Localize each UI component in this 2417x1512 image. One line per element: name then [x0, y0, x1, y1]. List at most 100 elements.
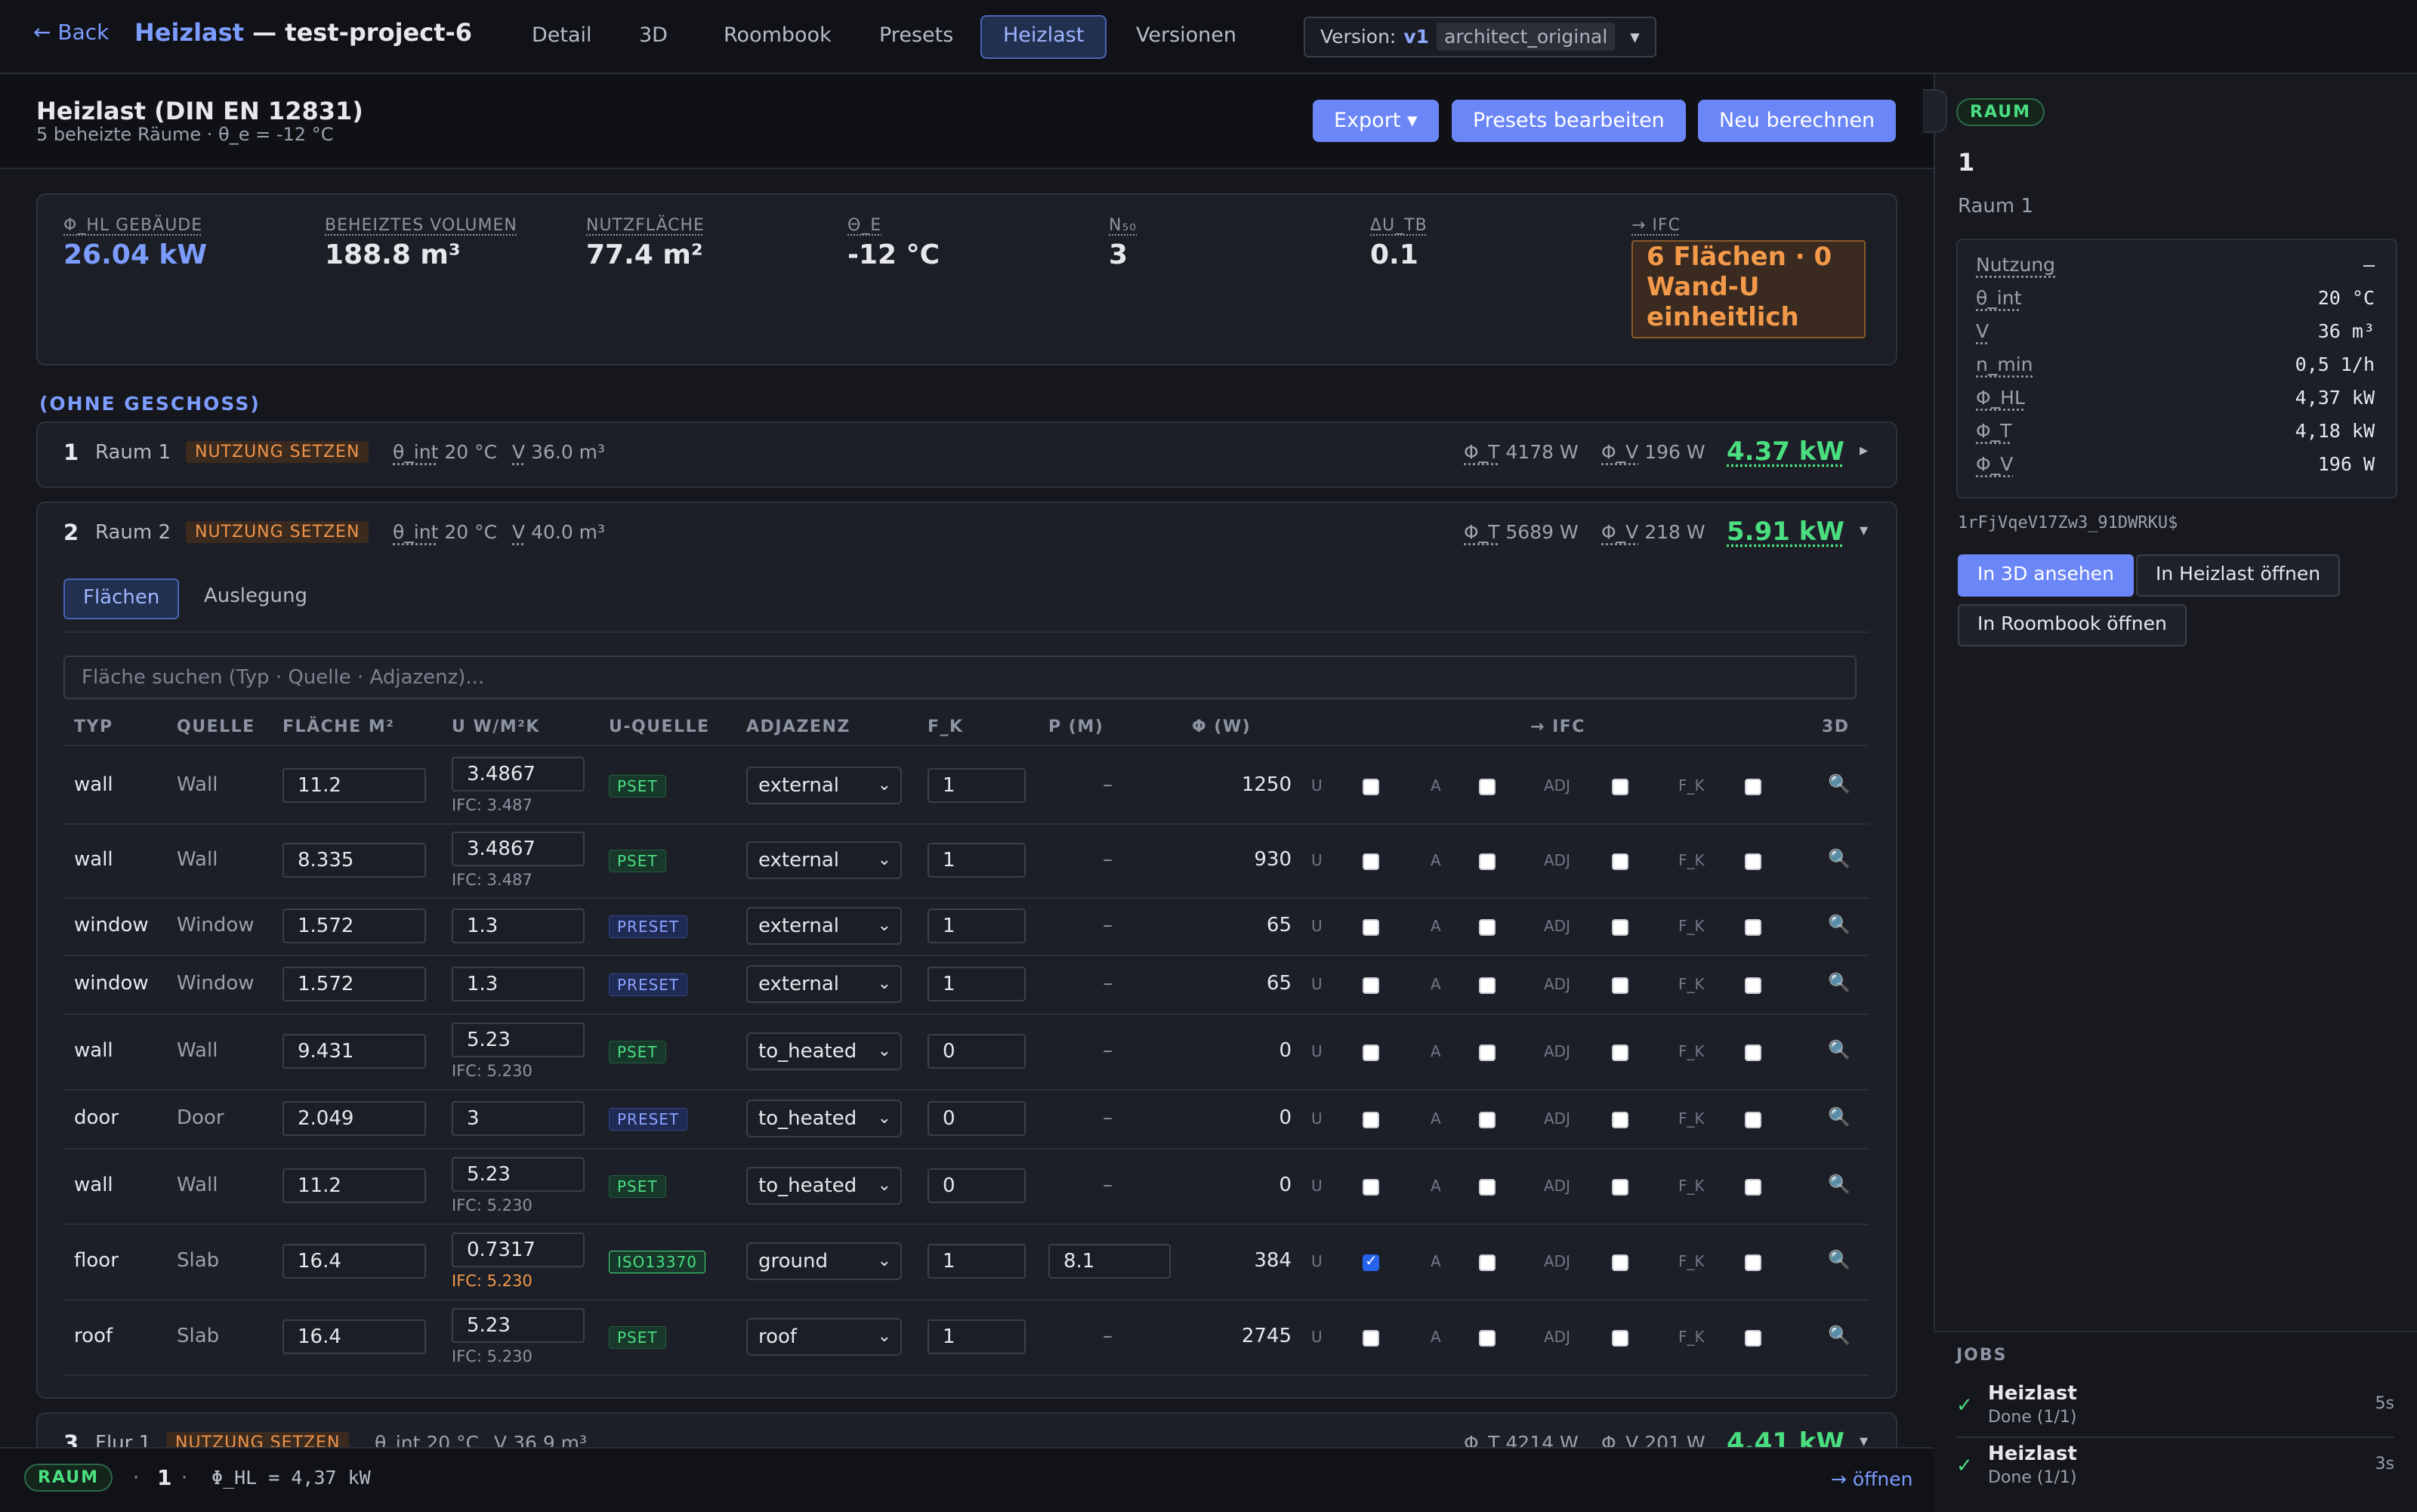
ifc-flag-checkbox[interactable] [1745, 779, 1761, 795]
view-in-3d-button[interactable]: In 3D ansehen [1958, 554, 2134, 597]
ifc-flag-checkbox[interactable] [1479, 1254, 1496, 1271]
fk-input[interactable]: 1 [928, 843, 1026, 878]
u-value-input[interactable]: 3.4867 [452, 757, 585, 791]
ifc-flag-checkbox[interactable] [1479, 853, 1496, 870]
search-icon[interactable]: 🔍 [1828, 1174, 1851, 1195]
fk-input[interactable]: 1 [928, 1319, 1026, 1354]
ifc-flag-checkbox[interactable] [1745, 1179, 1761, 1196]
ifc-flag-checkbox[interactable] [1479, 779, 1496, 795]
adjacency-select[interactable]: external ⌄ [746, 965, 902, 1003]
area-input[interactable]: 8.335 [282, 843, 426, 878]
ifc-flag-checkbox[interactable] [1612, 919, 1628, 936]
u-value-input[interactable]: 1.3 [452, 967, 585, 1001]
chevron-right-icon[interactable]: ▸ [1860, 441, 1868, 460]
recalculate-button[interactable]: Neu berechnen [1698, 100, 1897, 142]
adjacency-select[interactable]: external ⌄ [746, 907, 902, 945]
adjacency-select[interactable]: roof ⌄ [746, 1318, 902, 1356]
area-input[interactable]: 1.572 [282, 967, 426, 1001]
area-input[interactable]: 16.4 [282, 1244, 426, 1279]
fk-input[interactable]: 1 [928, 967, 1026, 1001]
ifc-flag-checkbox[interactable] [1479, 919, 1496, 936]
fk-input[interactable]: 0 [928, 1034, 1026, 1069]
fk-input[interactable]: 1 [928, 909, 1026, 943]
tab-detail[interactable]: Detail [511, 15, 613, 56]
ifc-flag-checkbox[interactable] [1479, 1330, 1496, 1347]
u-value-input[interactable]: 5.23 [452, 1023, 585, 1057]
subtab-flaechen[interactable]: Flächen [63, 579, 180, 619]
ifc-flag-checkbox[interactable] [1363, 1179, 1379, 1196]
ifc-flag-checkbox[interactable] [1745, 853, 1761, 870]
area-input[interactable]: 11.2 [282, 768, 426, 803]
set-usage-badge[interactable]: NUTZUNG SETZEN [186, 521, 369, 543]
ifc-flag-checkbox[interactable] [1363, 977, 1379, 994]
search-icon[interactable]: 🔍 [1828, 773, 1851, 795]
open-link[interactable]: → öffnen [1831, 1468, 1912, 1490]
ifc-flag-checkbox[interactable] [1612, 779, 1628, 795]
search-icon[interactable]: 🔍 [1828, 1249, 1851, 1270]
adjacency-select[interactable]: to_heated ⌄ [746, 1100, 902, 1137]
surface-search-input[interactable]: Fläche suchen (Typ · Quelle · Adjazenz).… [63, 656, 1857, 699]
ifc-flag-checkbox[interactable] [1363, 1112, 1379, 1128]
adjacency-select[interactable]: to_heated ⌄ [746, 1167, 902, 1205]
area-input[interactable]: 9.431 [282, 1034, 426, 1069]
adjacency-select[interactable]: external ⌄ [746, 767, 902, 804]
ifc-flag-checkbox[interactable] [1612, 1330, 1628, 1347]
ifc-flag-checkbox[interactable] [1745, 1112, 1761, 1128]
area-input[interactable]: 2.049 [282, 1101, 426, 1136]
ifc-flag-checkbox[interactable] [1363, 1251, 1379, 1271]
u-value-input[interactable]: 1.3 [452, 909, 585, 943]
ifc-flag-checkbox[interactable] [1363, 779, 1379, 795]
fk-input[interactable]: 1 [928, 768, 1026, 803]
u-value-input[interactable]: 3 [452, 1101, 585, 1136]
export-button[interactable]: Export ▾ [1313, 100, 1439, 142]
u-value-input[interactable]: 0.7317 [452, 1233, 585, 1267]
chevron-down-icon[interactable]: ▾ [1860, 521, 1868, 540]
tab-versionen[interactable]: Versionen [1115, 15, 1258, 56]
ifc-flag-checkbox[interactable] [1363, 919, 1379, 936]
adjacency-select[interactable]: to_heated ⌄ [746, 1032, 902, 1070]
search-icon[interactable]: 🔍 [1828, 848, 1851, 869]
u-value-input[interactable]: 5.23 [452, 1308, 585, 1343]
edit-presets-button[interactable]: Presets bearbeiten [1452, 100, 1686, 142]
adjacency-select[interactable]: external ⌄ [746, 841, 902, 879]
fk-input[interactable]: 0 [928, 1101, 1026, 1136]
ifc-flag-checkbox[interactable] [1363, 1045, 1379, 1061]
search-icon[interactable]: 🔍 [1828, 914, 1851, 935]
ifc-flag-checkbox[interactable] [1745, 1254, 1761, 1271]
ifc-flag-checkbox[interactable] [1612, 977, 1628, 994]
tab-3d[interactable]: 3D [618, 15, 689, 56]
search-icon[interactable]: 🔍 [1828, 1106, 1851, 1128]
ifc-flag-checkbox[interactable] [1612, 1179, 1628, 1196]
tab-roombook[interactable]: Roombook [702, 15, 853, 56]
ifc-flag-checkbox[interactable] [1745, 919, 1761, 936]
area-input[interactable]: 1.572 [282, 909, 426, 943]
ifc-flag-checkbox[interactable] [1363, 1330, 1379, 1347]
open-in-heizlast-button[interactable]: In Heizlast öffnen [2136, 554, 2341, 597]
search-icon[interactable]: 🔍 [1828, 972, 1851, 993]
set-usage-badge[interactable]: NUTZUNG SETZEN [186, 441, 369, 463]
fk-input[interactable]: 0 [928, 1168, 1026, 1203]
area-input[interactable]: 16.4 [282, 1319, 426, 1354]
ifc-flag-checkbox[interactable] [1479, 1179, 1496, 1196]
search-icon[interactable]: 🔍 [1828, 1325, 1851, 1346]
ifc-flag-checkbox[interactable] [1612, 1045, 1628, 1061]
u-value-input[interactable]: 5.23 [452, 1157, 585, 1192]
tab-heizlast[interactable]: Heizlast [980, 15, 1107, 59]
back-link[interactable]: ← Back [33, 20, 109, 45]
area-input[interactable]: 11.2 [282, 1168, 426, 1203]
fk-input[interactable]: 1 [928, 1244, 1026, 1279]
ifc-flag-checkbox[interactable] [1612, 1254, 1628, 1271]
ifc-flag-checkbox[interactable] [1612, 1112, 1628, 1128]
subtab-auslegung[interactable]: Auslegung [186, 579, 326, 616]
search-icon[interactable]: 🔍 [1828, 1039, 1851, 1060]
ifc-flag-checkbox[interactable] [1745, 1330, 1761, 1347]
open-in-roombook-button[interactable]: In Roombook öffnen [1958, 604, 2187, 646]
tab-presets[interactable]: Presets [858, 15, 974, 56]
ifc-flag-checkbox[interactable] [1479, 977, 1496, 994]
ifc-flag-checkbox[interactable] [1745, 977, 1761, 994]
ifc-flag-checkbox[interactable] [1363, 853, 1379, 870]
u-value-input[interactable]: 3.4867 [452, 832, 585, 866]
version-select[interactable]: Version: v1 architect_original ▾ [1304, 17, 1656, 57]
ifc-flag-checkbox[interactable] [1479, 1045, 1496, 1061]
ifc-flag-checkbox[interactable] [1745, 1045, 1761, 1061]
